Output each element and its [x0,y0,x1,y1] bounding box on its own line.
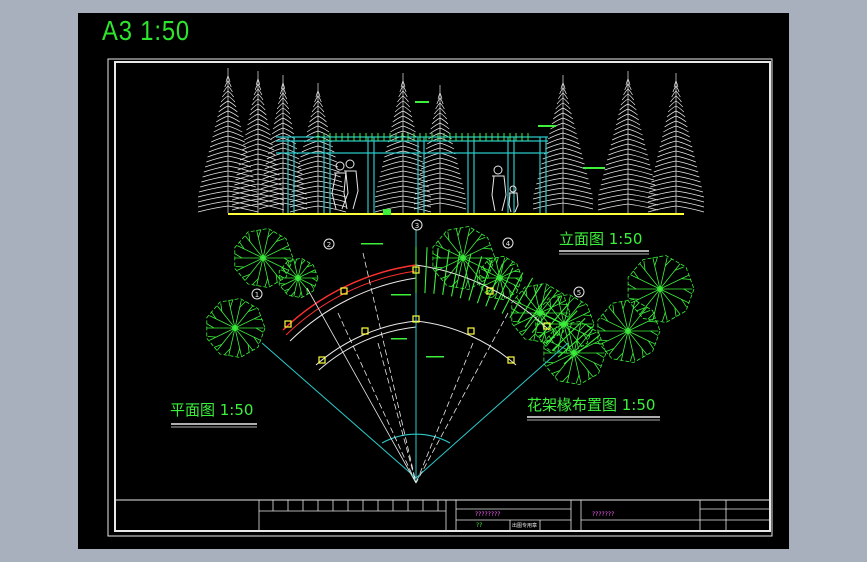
project-code: ?? [476,522,483,529]
conifer-tree [532,75,594,213]
title-block-cells [272,500,439,511]
conifer-tree [197,68,259,213]
plan-tree [627,255,695,323]
conifer-tree [289,83,347,213]
plan-columns [284,266,551,364]
axis-marker-labels: 1 2 3 4 5 [255,222,581,299]
plan-beam-arc-inner [285,270,417,336]
plan-tree [278,257,319,299]
plan-wedge-boundary [261,342,569,479]
conifer-tree [413,85,467,213]
ground-marker [383,209,391,215]
conifer-tree [258,75,308,213]
axis-marker-5: 5 [577,289,581,297]
rafter-plan-label: 花架椽布置图 1:50 [527,396,656,414]
plan-tree [234,228,294,288]
drawing-name-2: ??????? [592,511,615,518]
sheet-title: A3 1:50 [102,15,191,46]
plan-beam-arc-mid [289,277,417,342]
axis-marker-4: 4 [506,240,511,248]
conifer-tree [647,73,705,213]
plan-annotations [361,243,444,358]
conifer-tree [231,71,285,213]
elevation-label: 立面图 1:50 [559,230,643,248]
axis-marker-2: 2 [327,241,331,249]
cad-drawing: 1 2 3 4 5 [107,58,773,537]
plan-trees [206,226,695,385]
drawing-sheet: 1 2 3 4 5 A3 1:50 立面图 1:50 平面图 1:50 花架椽布… [78,13,789,549]
plan-tree [597,299,661,363]
rafter-beam-arc-inner [415,320,517,366]
plan-tree [543,321,607,385]
axis-marker-1: 1 [255,291,259,299]
axis-marker-3: 3 [415,222,419,230]
column [467,327,475,335]
stamp-label: 出图专用章 [512,523,538,529]
drawing-name-1: ???????? [475,511,501,518]
plan-tree [206,298,266,358]
plan-label: 平面图 1:50 [170,401,254,419]
